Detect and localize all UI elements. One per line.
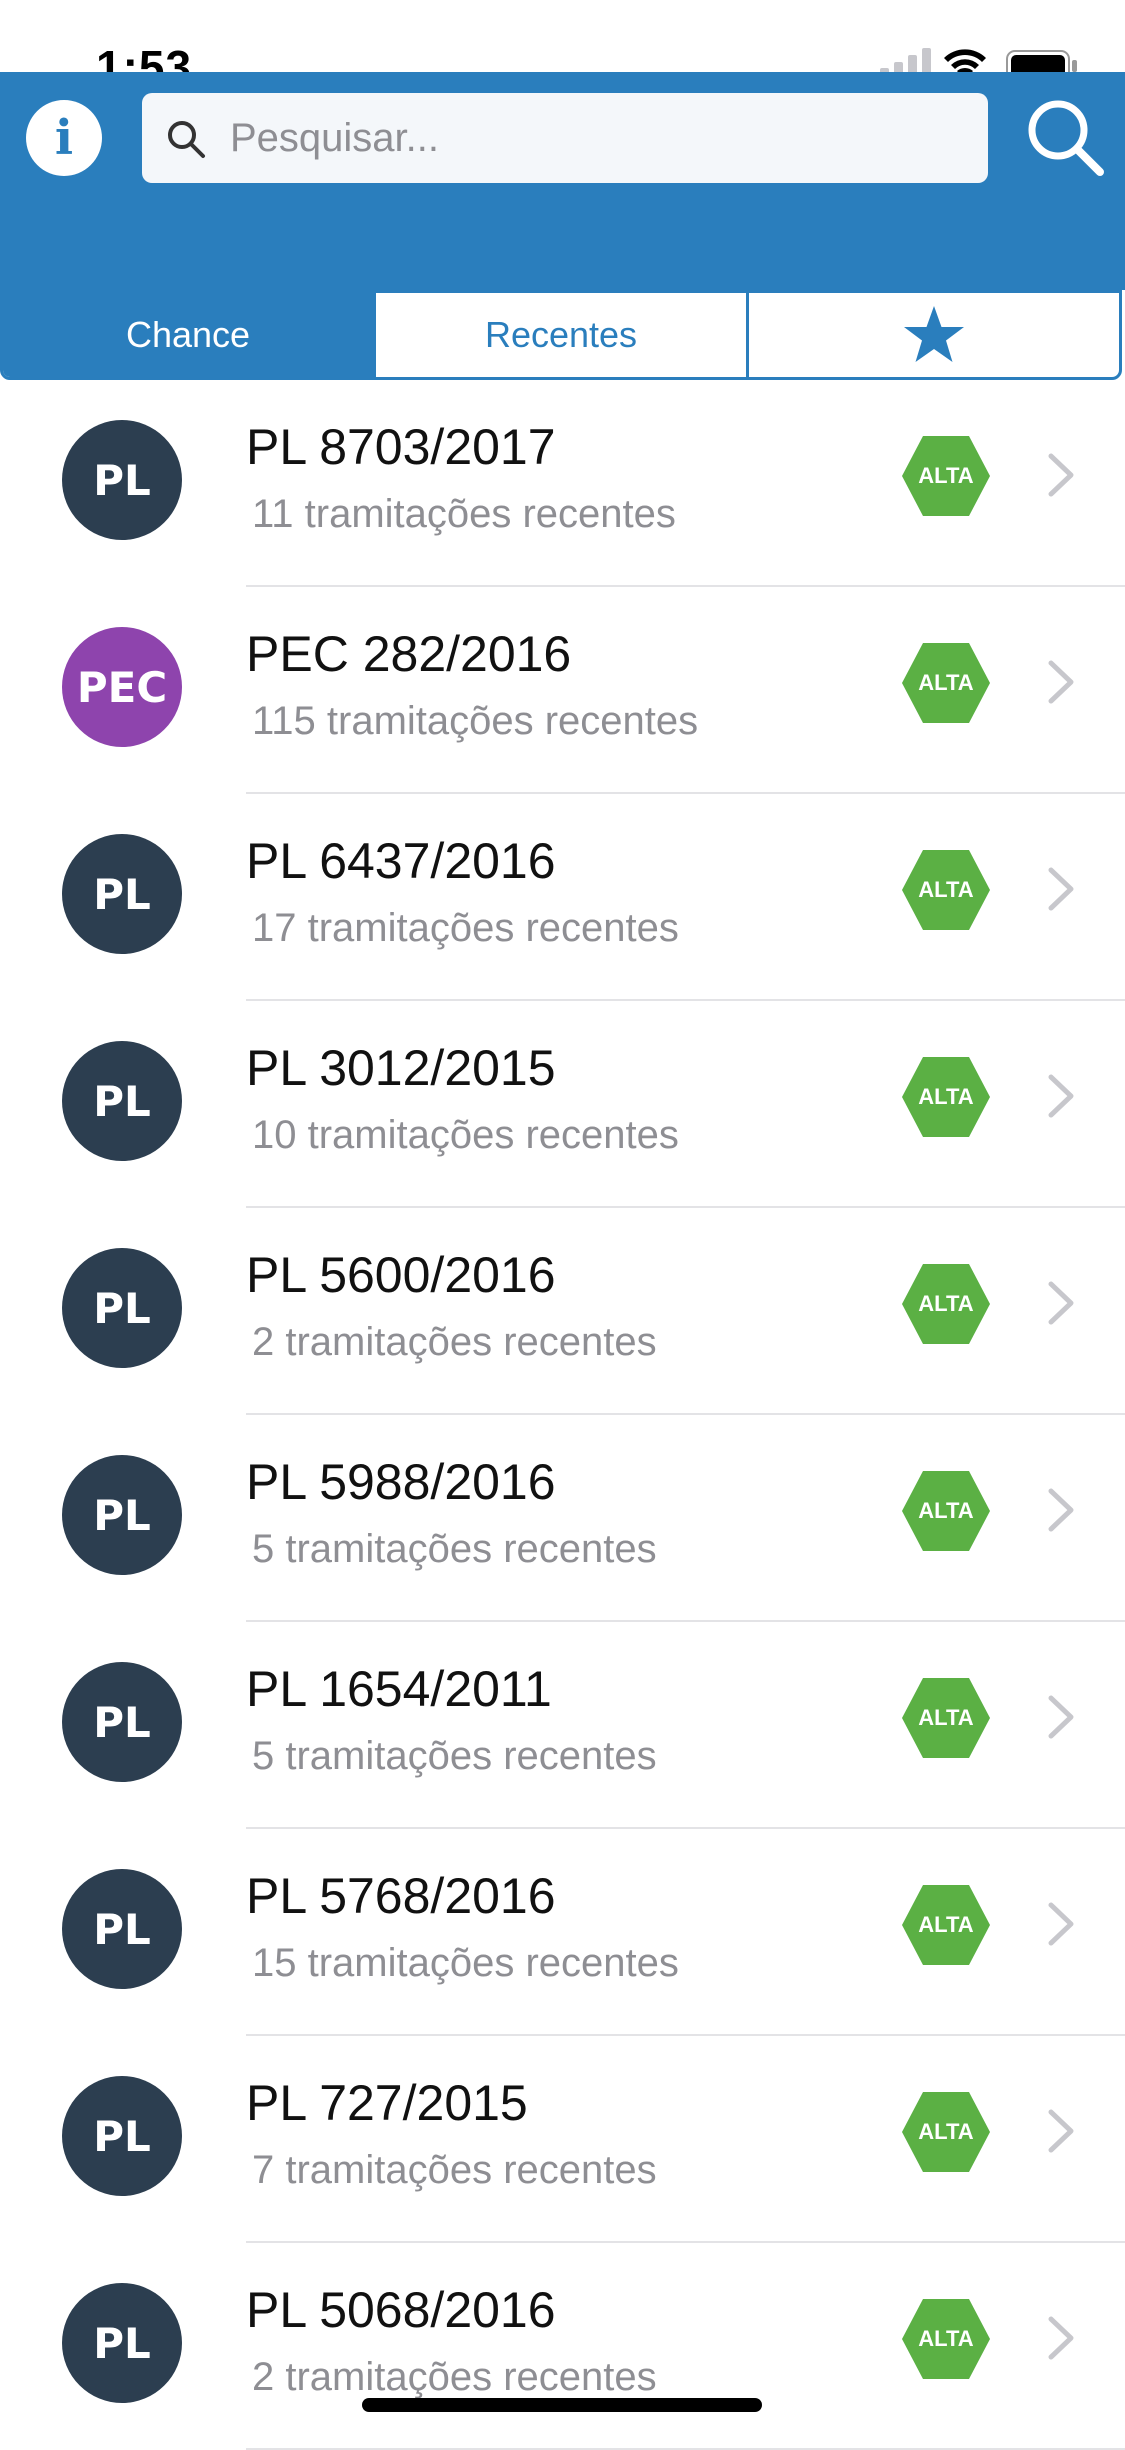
info-icon: i (54, 110, 74, 166)
priority-badge: ALTA (918, 877, 974, 902)
item-title: PL 727/2015 (246, 2075, 528, 2131)
chevron-right-icon (1048, 660, 1074, 704)
list-item[interactable]: PL PL 5068/2016 2 tramitações recentes A… (0, 2243, 1125, 2450)
avatar-label: PL (93, 1904, 151, 1954)
avatar: PL (62, 834, 182, 954)
item-subtitle: 115 tramitações recentes (252, 699, 699, 743)
segmented-control: Chance Recentes (0, 290, 1122, 380)
item-title: PL 5068/2016 (246, 2282, 556, 2338)
list-item[interactable]: PL PL 727/2015 7 tramitações recentes AL… (0, 2036, 1125, 2243)
tab-favorites[interactable] (746, 293, 1119, 377)
avatar: PL (62, 1455, 182, 1575)
avatar: PL (62, 2076, 182, 2196)
item-subtitle: 7 tramitações recentes (252, 2148, 657, 2192)
list-item[interactable]: PL PL 3012/2015 10 tramitações recentes … (0, 1001, 1125, 1208)
priority-badge: ALTA (918, 670, 974, 695)
avatar-label: PL (93, 1490, 151, 1540)
list-item[interactable]: PL PL 6437/2016 17 tramitações recentes … (0, 794, 1125, 1001)
chevron-right-icon (1048, 1488, 1074, 1532)
list-item[interactable]: PL PL 1654/2011 5 tramitações recentes A… (0, 1622, 1125, 1829)
priority-badge: ALTA (918, 463, 974, 488)
avatar: PL (62, 1248, 182, 1368)
avatar-label: PL (93, 455, 151, 505)
tab-chance[interactable]: Chance (3, 293, 373, 377)
chevron-right-icon (1048, 867, 1074, 911)
home-indicator (362, 2398, 762, 2412)
item-subtitle: 11 tramitações recentes (252, 492, 676, 536)
item-title: PEC 282/2016 (246, 626, 572, 682)
item-subtitle: 17 tramitações recentes (252, 906, 679, 950)
avatar-label: PL (93, 2318, 151, 2368)
avatar: PL (62, 1869, 182, 1989)
list-item[interactable]: PL PL 5988/2016 5 tramitações recentes A… (0, 1415, 1125, 1622)
chevron-right-icon (1048, 1074, 1074, 1118)
avatar-label: PEC (76, 662, 168, 712)
search-button-icon[interactable] (1020, 92, 1110, 182)
info-button[interactable]: i (26, 100, 102, 176)
item-title: PL 6437/2016 (246, 833, 556, 889)
item-title: PL 1654/2011 (246, 1661, 552, 1717)
avatar: PL (62, 2283, 182, 2403)
chevron-right-icon (1048, 453, 1074, 497)
priority-badge: ALTA (918, 1912, 974, 1937)
chevron-right-icon (1048, 2109, 1074, 2153)
chevron-right-icon (1048, 1902, 1074, 1946)
star-icon (904, 306, 964, 362)
item-title: PL 8703/2017 (246, 419, 556, 475)
item-title: PL 5988/2016 (246, 1454, 556, 1510)
list-item[interactable]: PEC PEC 282/2016 115 tramitações recente… (0, 587, 1125, 794)
avatar-label: PL (93, 1697, 151, 1747)
chevron-right-icon (1048, 1281, 1074, 1325)
priority-badge: ALTA (918, 2326, 974, 2351)
priority-badge: ALTA (918, 1084, 974, 1109)
list-item[interactable]: PL PL 5768/2016 15 tramitações recentes … (0, 1829, 1125, 2036)
chevron-right-icon (1048, 1695, 1074, 1739)
avatar: PL (62, 1662, 182, 1782)
item-subtitle: 5 tramitações recentes (252, 1734, 657, 1778)
tab-recentes[interactable]: Recentes (373, 293, 746, 377)
priority-badge: ALTA (918, 1705, 974, 1730)
item-subtitle: 2 tramitações recentes (252, 2355, 657, 2399)
bill-list: PL PL 8703/2017 11 tramitações recentes … (0, 380, 1125, 2450)
status-bar: 1:53 (0, 0, 1125, 93)
priority-badge: ALTA (918, 1291, 974, 1316)
list-item[interactable]: PL PL 8703/2017 11 tramitações recentes … (0, 380, 1125, 587)
avatar-label: PL (93, 1283, 151, 1333)
avatar: PL (62, 1041, 182, 1161)
item-title: PL 5768/2016 (246, 1868, 556, 1924)
list-item[interactable]: PL PL 5600/2016 2 tramitações recentes A… (0, 1208, 1125, 1415)
chevron-right-icon (1048, 2316, 1074, 2360)
item-subtitle: 15 tramitações recentes (252, 1941, 679, 1985)
search-input[interactable] (230, 93, 970, 183)
search-box[interactable] (142, 93, 988, 183)
item-title: PL 5600/2016 (246, 1247, 556, 1303)
item-subtitle: 2 tramitações recentes (252, 1320, 657, 1364)
priority-badge: ALTA (918, 1498, 974, 1523)
avatar-label: PL (93, 869, 151, 919)
item-subtitle: 10 tramitações recentes (252, 1113, 679, 1157)
search-icon (168, 121, 205, 158)
avatar: PL (62, 420, 182, 540)
avatar-label: PL (93, 2111, 151, 2161)
item-title: PL 3012/2015 (246, 1040, 556, 1096)
priority-badge: ALTA (918, 2119, 974, 2144)
avatar: PEC (62, 627, 182, 747)
avatar-label: PL (93, 1076, 151, 1126)
item-subtitle: 5 tramitações recentes (252, 1527, 657, 1571)
